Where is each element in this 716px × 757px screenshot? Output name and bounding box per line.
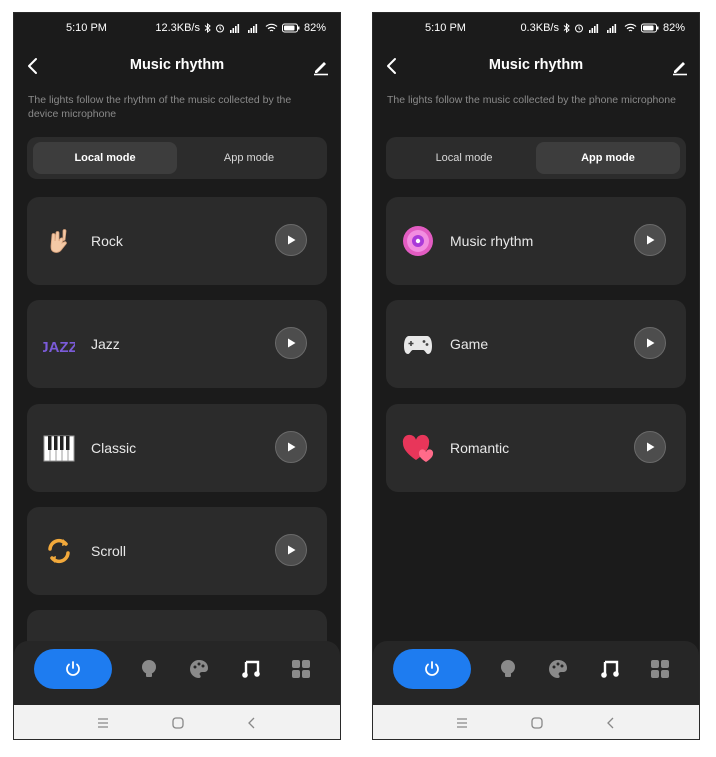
- play-icon: [288, 442, 296, 452]
- item-label: Game: [450, 336, 489, 352]
- power-icon: [66, 661, 80, 676]
- network-speed: 0.3KB/s: [520, 22, 559, 34]
- hearts-icon: [402, 434, 434, 462]
- play-icon: [288, 545, 296, 555]
- jazz-logo-text: JAZZ: [43, 339, 75, 356]
- edit-pencil-icon[interactable]: [310, 55, 332, 77]
- vinyl-disc-icon: [403, 226, 433, 256]
- home-icon[interactable]: [171, 716, 185, 730]
- wifi-icon: [624, 23, 637, 32]
- item-label: Scroll: [91, 543, 127, 559]
- status-bar: 5:10 PM 12.3KB/s 82%: [14, 13, 340, 43]
- list-item-jazz[interactable]: JAZZ Jazz: [27, 300, 327, 388]
- signal-icon: [247, 24, 258, 33]
- tab-local-mode[interactable]: Local mode: [392, 142, 536, 174]
- page-title: Music rhythm: [488, 57, 584, 73]
- signal-icon: [606, 24, 617, 33]
- item-label: Rock: [91, 233, 123, 249]
- bluetooth-icon: [204, 23, 211, 33]
- play-button[interactable]: [275, 327, 307, 359]
- play-icon: [647, 338, 655, 348]
- item-label: Music rhythm: [450, 233, 534, 249]
- play-button[interactable]: [275, 431, 307, 463]
- list-item-music-rhythm[interactable]: Music rhythm: [386, 197, 686, 285]
- play-icon: [647, 442, 655, 452]
- signal-icon: [229, 24, 240, 33]
- power-icon: [425, 661, 439, 676]
- list-item-rock[interactable]: Rock: [27, 197, 327, 285]
- music-note-icon[interactable]: [599, 658, 621, 680]
- grid-apps-icon[interactable]: [290, 658, 312, 680]
- jazz-logo-icon: JAZZ: [43, 339, 75, 356]
- play-button[interactable]: [634, 431, 666, 463]
- battery-icon: [640, 23, 659, 33]
- tab-local-mode[interactable]: Local mode: [33, 142, 177, 174]
- mode-description: The lights follow the rhythm of the musi…: [28, 94, 292, 120]
- wifi-icon: [265, 23, 278, 32]
- item-label: Classic: [91, 440, 137, 456]
- power-button[interactable]: [393, 649, 471, 689]
- power-button[interactable]: [34, 649, 112, 689]
- mode-switch: Local mode App mode: [27, 137, 327, 179]
- list-item-game[interactable]: Game: [386, 300, 686, 388]
- edit-pencil-icon[interactable]: [669, 55, 691, 77]
- grid-apps-icon[interactable]: [649, 658, 671, 680]
- signal-icon: [588, 24, 599, 33]
- menu-icon[interactable]: [96, 716, 110, 730]
- scroll-arrows-icon: [48, 538, 70, 564]
- gamepad-icon: [404, 336, 432, 354]
- tab-app-mode[interactable]: App mode: [536, 142, 680, 174]
- play-icon: [288, 338, 296, 348]
- mode-description: The lights follow the music collected by…: [387, 94, 676, 106]
- item-label: Romantic: [450, 440, 510, 456]
- mode-switch: Local mode App mode: [386, 137, 686, 179]
- rock-hand-icon: [50, 229, 67, 253]
- menu-icon[interactable]: [455, 716, 469, 730]
- home-icon[interactable]: [530, 716, 544, 730]
- music-note-icon[interactable]: [240, 658, 262, 680]
- status-time: 5:10 PM: [425, 22, 466, 34]
- back-icon[interactable]: [604, 716, 618, 730]
- alarm-icon: [574, 24, 583, 33]
- status-bar: 5:10 PM 0.3KB/s 82%: [373, 13, 699, 43]
- status-time: 5:10 PM: [66, 22, 107, 34]
- system-nav-bar: [373, 705, 699, 739]
- network-speed: 12.3KB/s: [155, 22, 200, 34]
- battery-icon: [281, 23, 300, 33]
- play-button[interactable]: [634, 327, 666, 359]
- list-item-romantic[interactable]: Romantic: [386, 404, 686, 492]
- list-item-scroll[interactable]: Scroll: [27, 507, 327, 595]
- palette-icon[interactable]: [547, 658, 569, 680]
- header: Music rhythm: [373, 53, 699, 81]
- list-item-classic[interactable]: Classic: [27, 404, 327, 492]
- bluetooth-icon: [563, 23, 570, 33]
- system-nav-bar: [14, 705, 340, 739]
- play-button[interactable]: [275, 224, 307, 256]
- bulb-icon[interactable]: [138, 658, 160, 680]
- bottom-nav: [373, 641, 699, 705]
- tab-app-mode[interactable]: App mode: [177, 142, 321, 174]
- alarm-icon: [215, 24, 224, 33]
- battery-level: 82%: [303, 22, 326, 34]
- play-icon: [288, 235, 296, 245]
- phone-screen-app-mode: 5:10 PM 0.3KB/s 82% Music rhythm The lig…: [372, 12, 700, 740]
- header: Music rhythm: [14, 53, 340, 81]
- palette-icon[interactable]: [188, 658, 210, 680]
- bulb-icon[interactable]: [497, 658, 519, 680]
- play-icon: [647, 235, 655, 245]
- page-title: Music rhythm: [129, 57, 225, 73]
- phone-screen-local-mode: 5:10 PM 12.3KB/s 82% Music rhythm The li…: [13, 12, 341, 740]
- play-button[interactable]: [275, 534, 307, 566]
- piano-icon: [43, 435, 75, 462]
- play-button[interactable]: [634, 224, 666, 256]
- bottom-nav: [14, 641, 340, 705]
- item-label: Jazz: [91, 336, 120, 352]
- back-icon[interactable]: [245, 716, 259, 730]
- battery-level: 82%: [662, 22, 685, 34]
